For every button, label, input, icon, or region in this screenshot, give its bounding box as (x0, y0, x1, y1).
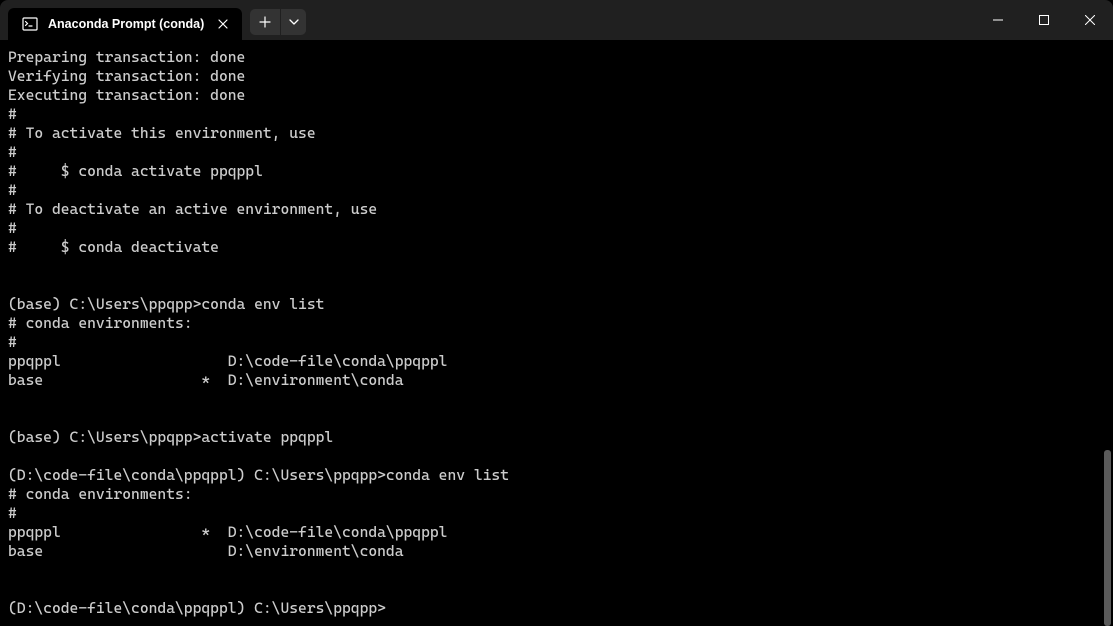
scrollbar-thumb[interactable] (1104, 450, 1111, 626)
titlebar: Anaconda Prompt (conda) (0, 0, 1113, 40)
maximize-button[interactable] (1021, 0, 1067, 40)
close-window-button[interactable] (1067, 0, 1113, 40)
tab-close-button[interactable] (214, 15, 232, 33)
tab-actions (250, 9, 306, 35)
tab-active[interactable]: Anaconda Prompt (conda) (8, 8, 242, 40)
terminal-output: Preparing transaction: done Verifying tr… (8, 48, 1113, 618)
terminal-area[interactable]: Preparing transaction: done Verifying tr… (0, 40, 1113, 626)
scrollbar[interactable] (1104, 40, 1111, 626)
new-tab-button[interactable] (250, 9, 280, 35)
window-controls (975, 0, 1113, 40)
minimize-button[interactable] (975, 0, 1021, 40)
tab-dropdown-button[interactable] (280, 9, 306, 35)
terminal-icon (22, 16, 38, 32)
tab-title: Anaconda Prompt (conda) (48, 17, 204, 31)
titlebar-left: Anaconda Prompt (conda) (0, 0, 306, 40)
